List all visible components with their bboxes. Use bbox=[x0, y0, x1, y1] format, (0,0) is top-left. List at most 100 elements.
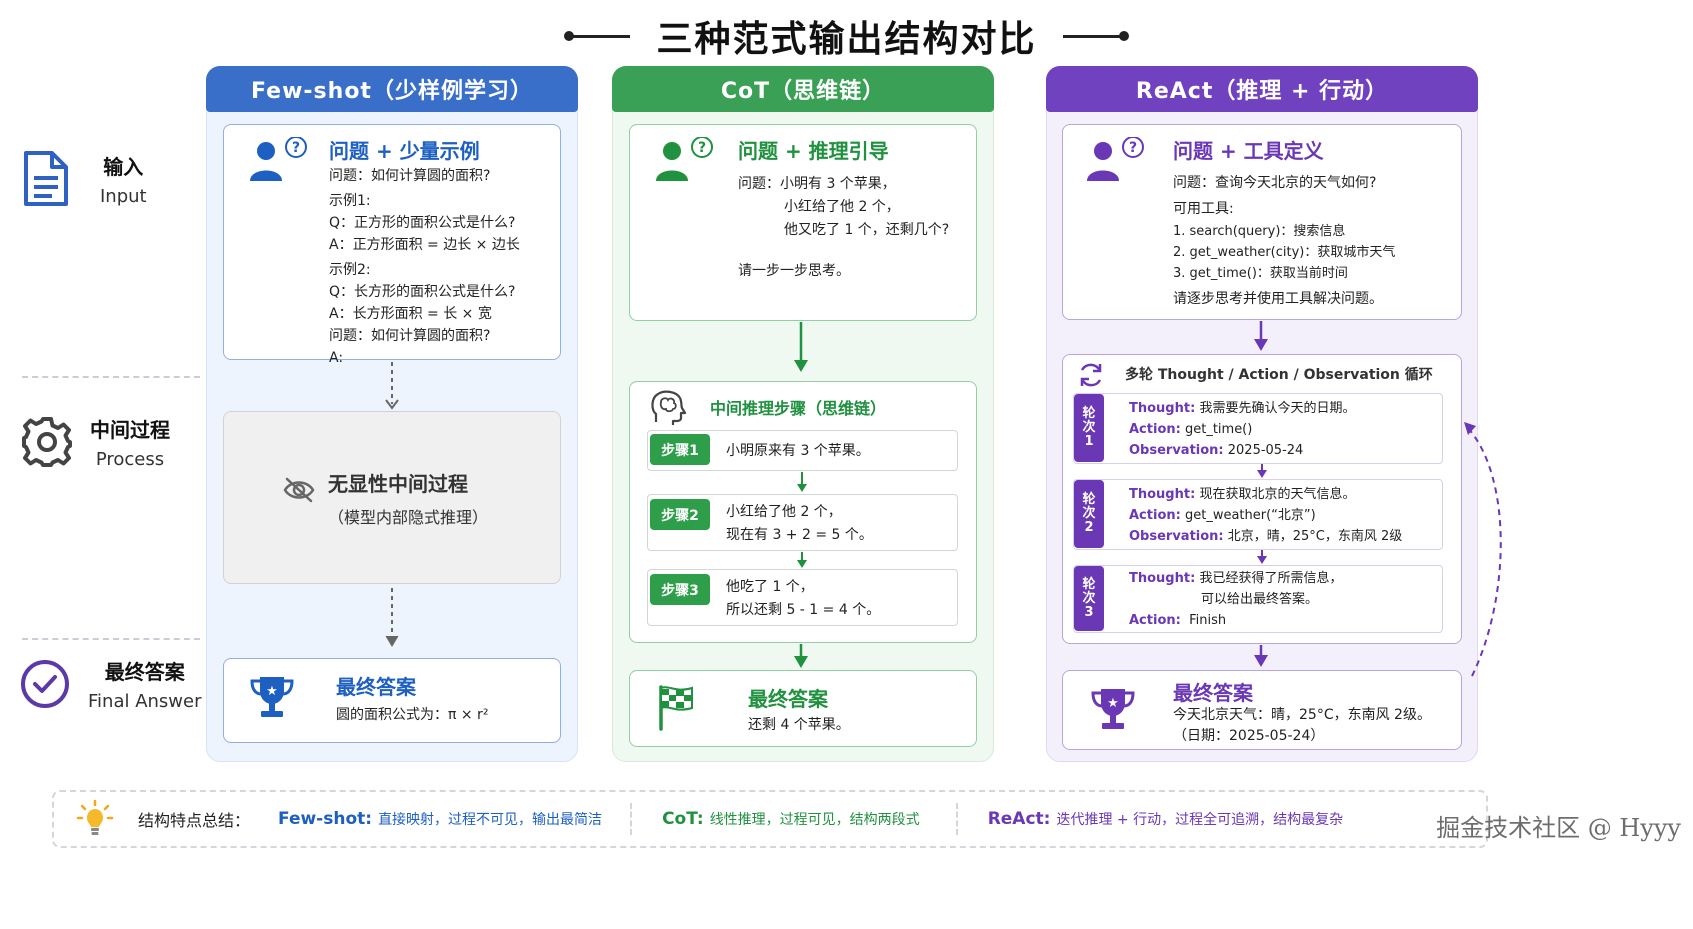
svg-text:★: ★ bbox=[266, 684, 278, 699]
fewshot-process-sub: （模型内部隐式推理） bbox=[328, 508, 489, 527]
react-round-badge: 轮 次 3 bbox=[1074, 566, 1104, 631]
summary-divider bbox=[630, 803, 633, 835]
svg-text:?: ? bbox=[698, 140, 706, 156]
summary-react-kw: ReAct: bbox=[987, 809, 1051, 829]
fewshot-input-lines: 问题：如何计算圆的面积? 示例1: Q：正方形的面积公式是什么? A：正方形面积… bbox=[329, 165, 520, 369]
cot-step-line: 所以还剩 5 - 1 = 4 个。 bbox=[726, 602, 881, 618]
fewshot-header: Few-shot（少样例学习） bbox=[206, 66, 578, 112]
cot-question-label: 问题： bbox=[738, 176, 780, 192]
react-round: 轮 次 3 Thought: 我已经获得了所需信息， 可以给出最终答案。 Act… bbox=[1073, 565, 1443, 633]
stage-separator bbox=[22, 376, 200, 378]
stage-input-en: Input bbox=[100, 186, 147, 207]
react-round-badge-char: 轮 bbox=[1082, 406, 1096, 421]
react-round-badge-char: 3 bbox=[1084, 604, 1094, 620]
fewshot-answer-title: 最终答案 bbox=[336, 675, 416, 699]
observation-text: 2025-05-24 bbox=[1227, 443, 1304, 458]
fewshot-process-title: 无显性中间过程 bbox=[328, 472, 468, 496]
cot-step-badge: 步骤2 bbox=[650, 499, 710, 530]
react-round-content: Thought: 我已经获得了所需信息， 可以给出最终答案。 Action: F… bbox=[1129, 568, 1342, 631]
stage-process-zh: 中间过程 bbox=[90, 418, 170, 442]
diagram-title-bar: 三种范式输出结构对比 bbox=[0, 8, 1693, 64]
react-tool-item: 3. get_time()：获取当前时间 bbox=[1173, 266, 1348, 281]
gear-icon bbox=[22, 417, 72, 467]
watermark: 掘金技术社区 @ Hyyy bbox=[1436, 814, 1681, 842]
action-text: get_time() bbox=[1184, 422, 1253, 437]
arrow-down bbox=[797, 552, 807, 568]
diagram-title: 三种范式输出结构对比 bbox=[656, 19, 1037, 60]
trophy-icon: ★ bbox=[1091, 689, 1135, 729]
react-answer-line: 今天北京天气：晴，25°C，东南风 2级。 bbox=[1173, 707, 1431, 723]
action-text: Finish bbox=[1189, 613, 1227, 628]
stage-answer: 最终答案 Final Answer bbox=[20, 656, 205, 712]
react-observation-row: Observation: 2025-05-24 bbox=[1129, 440, 1355, 461]
fewshot-line: 问题：如何计算圆的面积? bbox=[329, 168, 491, 184]
lightbulb-icon bbox=[76, 799, 114, 835]
fewshot-line: 示例2: bbox=[329, 262, 371, 278]
react-thought-row: Thought: 我已经获得了所需信息， bbox=[1129, 568, 1342, 589]
thought-label: Thought: bbox=[1129, 571, 1196, 586]
trophy-icon: ★ bbox=[250, 677, 294, 717]
cot-guide: 请一步一步思考。 bbox=[738, 263, 850, 279]
react-tool-item: 1. search(query)：搜索信息 bbox=[1173, 224, 1346, 239]
react-tools-label: 可用工具: bbox=[1173, 201, 1234, 217]
cot-step-badge: 步骤3 bbox=[650, 574, 710, 605]
cot-question: 问题： 小明有 3 个苹果， 小红给了他 2 个， 他又吃了 1 个，还剩几个? bbox=[738, 173, 949, 242]
stage-process-en: Process bbox=[95, 449, 165, 470]
react-header: ReAct（推理 + 行动） bbox=[1046, 66, 1478, 112]
react-round-badge-char: 轮 bbox=[1082, 576, 1096, 592]
react-instruction: 请逐步思考并使用工具解决问题。 bbox=[1173, 291, 1383, 307]
user-question-icon: ? bbox=[656, 137, 713, 181]
cot-step-line: 他吃了 1 个， bbox=[726, 579, 814, 595]
react-input-title: 问题 + 工具定义 bbox=[1173, 139, 1324, 163]
react-round: 轮 次 2 Thought: 现在获取北京的天气信息。 Action: get_… bbox=[1073, 479, 1443, 550]
arrow-down bbox=[1254, 645, 1268, 667]
action-label: Action: bbox=[1129, 422, 1181, 437]
arrow-down bbox=[797, 472, 807, 492]
react-observation-row: Observation: 北京，晴，25°C，东南风 2级 bbox=[1129, 526, 1402, 547]
observation-label: Observation: bbox=[1129, 529, 1224, 544]
thought-label: Thought: bbox=[1129, 487, 1196, 502]
stage-input-zh: 输入 bbox=[103, 155, 144, 179]
cot-process-card: 中间推理步骤（思维链） 步骤1 小明原来有 3 个苹果。 步骤2 小红给了他 2… bbox=[629, 381, 977, 643]
react-round-content: Thought: 现在获取北京的天气信息。 Action: get_weathe… bbox=[1129, 484, 1402, 547]
cot-step-badge: 步骤1 bbox=[650, 434, 710, 465]
summary-bar: 结构特点总结： Few-shot: 直接映射，过程不可见，输出最简洁 CoT: … bbox=[52, 790, 1488, 848]
cot-input-card: ? 问题 + 推理引导 问题： 小明有 3 个苹果， 小红给了他 2 个， 他又… bbox=[629, 124, 977, 321]
title-line-left bbox=[564, 30, 631, 41]
cot-answer-text: 还剩 4 个苹果。 bbox=[748, 717, 850, 733]
react-loop-card: 多轮 Thought / Action / Observation 循环 轮 次… bbox=[1062, 354, 1462, 644]
observation-label: Observation: bbox=[1129, 443, 1224, 458]
react-round-badge-char: 次 bbox=[1082, 506, 1096, 521]
summary-cot-desc: 线性推理，过程可见，结构两段式 bbox=[709, 812, 920, 828]
react-answer-text: 今天北京天气：晴，25°C，东南风 2级。 （日期：2025-05-24） bbox=[1173, 705, 1431, 747]
summary-divider bbox=[955, 803, 958, 835]
react-round-badge-char: 次 bbox=[1082, 590, 1096, 606]
check-circle-icon bbox=[21, 660, 69, 708]
fewshot-line: A: bbox=[329, 350, 344, 366]
cot-input-title: 问题 + 推理引导 bbox=[738, 139, 889, 163]
fewshot-line: A：正方形面积 = 边长 × 边长 bbox=[329, 237, 520, 253]
fewshot-input-card: ? 问题 + 少量示例 问题：如何计算圆的面积? 示例1: Q：正方形的面积公式… bbox=[223, 124, 561, 366]
react-question: 问题：查询今天北京的天气如何? bbox=[1173, 175, 1377, 191]
svg-text:★: ★ bbox=[1107, 696, 1119, 711]
cot-step-text: 小红给了他 2 个， 现在有 3 + 2 = 5 个。 bbox=[726, 501, 873, 547]
observation-text: 北京，晴，25°C，东南风 2级 bbox=[1227, 529, 1403, 544]
react-round: 轮 次 1 Thought: 我需要先确认今天的日期。 Action: get_… bbox=[1073, 393, 1443, 464]
react-thought-row: Thought: 我需要先确认今天的日期。 bbox=[1129, 398, 1355, 419]
fewshot-answer-text: 圆的面积公式为：π × r² bbox=[336, 707, 489, 723]
react-round-badge: 轮 次 2 bbox=[1074, 480, 1104, 548]
stage-separator bbox=[22, 638, 200, 640]
react-answer-line: （日期：2025-05-24） bbox=[1173, 728, 1325, 744]
cot-step: 步骤1 小明原来有 3 个苹果。 bbox=[647, 430, 958, 471]
arrow-down bbox=[1257, 464, 1267, 478]
brain-head-icon bbox=[651, 390, 687, 425]
summary-cot-kw: CoT: bbox=[662, 809, 704, 829]
action-label: Action: bbox=[1129, 613, 1181, 628]
stage-process: 中间过程 Process bbox=[20, 414, 205, 470]
checkered-flag-icon bbox=[659, 685, 693, 731]
react-round-badge: 轮 次 1 bbox=[1074, 394, 1104, 462]
user-question-icon: ? bbox=[1087, 137, 1144, 181]
thought-text: 我已经获得了所需信息， bbox=[1199, 571, 1343, 586]
stage-input: 输入 Input bbox=[20, 150, 205, 208]
fewshot-line: Q：长方形的面积公式是什么? bbox=[329, 284, 516, 300]
